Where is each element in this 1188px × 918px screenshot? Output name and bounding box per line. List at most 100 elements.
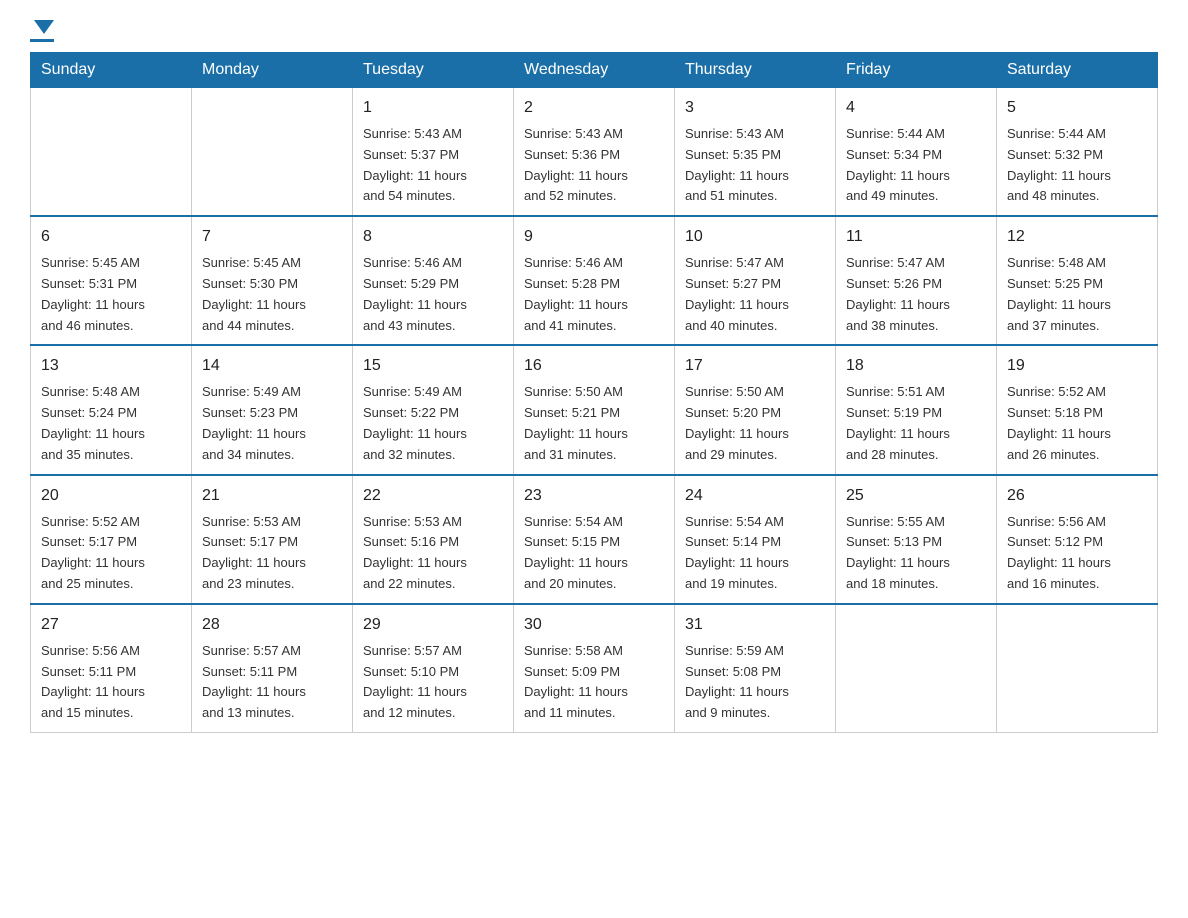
day-info: Sunrise: 5:51 AMSunset: 5:19 PMDaylight:…: [846, 382, 986, 465]
day-info: Sunrise: 5:57 AMSunset: 5:10 PMDaylight:…: [363, 641, 503, 724]
weekday-header-wednesday: Wednesday: [514, 53, 675, 88]
day-info: Sunrise: 5:58 AMSunset: 5:09 PMDaylight:…: [524, 641, 664, 724]
weekday-header-row: SundayMondayTuesdayWednesdayThursdayFrid…: [31, 53, 1158, 88]
calendar-cell: 15 Sunrise: 5:49 AMSunset: 5:22 PMDayligh…: [353, 345, 514, 474]
day-info: Sunrise: 5:53 AMSunset: 5:16 PMDaylight:…: [363, 512, 503, 595]
day-info: Sunrise: 5:43 AMSunset: 5:37 PMDaylight:…: [363, 124, 503, 207]
day-number: 10: [685, 225, 825, 249]
day-info: Sunrise: 5:50 AMSunset: 5:20 PMDaylight:…: [685, 382, 825, 465]
day-number: 4: [846, 96, 986, 120]
calendar-cell: 23 Sunrise: 5:54 AMSunset: 5:15 PMDayligh…: [514, 475, 675, 604]
day-info: Sunrise: 5:47 AMSunset: 5:27 PMDaylight:…: [685, 253, 825, 336]
logo: [30, 20, 54, 42]
day-number: 1: [363, 96, 503, 120]
day-number: 26: [1007, 484, 1147, 508]
calendar-cell: 3 Sunrise: 5:43 AMSunset: 5:35 PMDaylight…: [675, 88, 836, 217]
calendar-cell: 13Sunrise: 5:48 AMSunset: 5:24 PMDayligh…: [31, 345, 192, 474]
day-info: Sunrise: 5:45 AMSunset: 5:31 PMDaylight:…: [41, 253, 181, 336]
day-info: Sunrise: 5:45 AMSunset: 5:30 PMDaylight:…: [202, 253, 342, 336]
day-number: 7: [202, 225, 342, 249]
day-info: Sunrise: 5:54 AMSunset: 5:15 PMDaylight:…: [524, 512, 664, 595]
calendar-cell: 16 Sunrise: 5:50 AMSunset: 5:21 PMDayligh…: [514, 345, 675, 474]
calendar-cell: [192, 88, 353, 217]
day-number: 27: [41, 613, 181, 637]
weekday-header-friday: Friday: [836, 53, 997, 88]
day-number: 25: [846, 484, 986, 508]
weekday-header-sunday: Sunday: [31, 53, 192, 88]
day-number: 13: [41, 354, 181, 378]
day-number: 30: [524, 613, 664, 637]
day-number: 22: [363, 484, 503, 508]
day-number: 11: [846, 225, 986, 249]
day-info: Sunrise: 5:50 AMSunset: 5:21 PMDaylight:…: [524, 382, 664, 465]
day-number: 24: [685, 484, 825, 508]
day-info: Sunrise: 5:46 AMSunset: 5:29 PMDaylight:…: [363, 253, 503, 336]
day-info: Sunrise: 5:57 AMSunset: 5:11 PMDaylight:…: [202, 641, 342, 724]
calendar-cell: 19Sunrise: 5:52 AMSunset: 5:18 PMDayligh…: [997, 345, 1158, 474]
calendar-week-row: 6 Sunrise: 5:45 AMSunset: 5:31 PMDaylight…: [31, 216, 1158, 345]
calendar-cell: 10 Sunrise: 5:47 AMSunset: 5:27 PMDayligh…: [675, 216, 836, 345]
day-number: 8: [363, 225, 503, 249]
calendar-week-row: 1 Sunrise: 5:43 AMSunset: 5:37 PMDaylight…: [31, 88, 1158, 217]
day-info: Sunrise: 5:56 AMSunset: 5:12 PMDaylight:…: [1007, 512, 1147, 595]
calendar-cell: 5 Sunrise: 5:44 AMSunset: 5:32 PMDaylight…: [997, 88, 1158, 217]
page-header: [30, 20, 1158, 42]
day-info: Sunrise: 5:52 AMSunset: 5:18 PMDaylight:…: [1007, 382, 1147, 465]
day-number: 17: [685, 354, 825, 378]
calendar-cell: 4 Sunrise: 5:44 AMSunset: 5:34 PMDaylight…: [836, 88, 997, 217]
day-info: Sunrise: 5:44 AMSunset: 5:32 PMDaylight:…: [1007, 124, 1147, 207]
calendar-cell: 26 Sunrise: 5:56 AMSunset: 5:12 PMDayligh…: [997, 475, 1158, 604]
logo-triangle-icon: [34, 20, 54, 34]
day-number: 20: [41, 484, 181, 508]
day-number: 15: [363, 354, 503, 378]
calendar-cell: 28 Sunrise: 5:57 AMSunset: 5:11 PMDayligh…: [192, 604, 353, 733]
day-info: Sunrise: 5:55 AMSunset: 5:13 PMDaylight:…: [846, 512, 986, 595]
calendar-cell: 20 Sunrise: 5:52 AMSunset: 5:17 PMDayligh…: [31, 475, 192, 604]
day-number: 3: [685, 96, 825, 120]
day-info: Sunrise: 5:49 AMSunset: 5:23 PMDaylight:…: [202, 382, 342, 465]
calendar-cell: [997, 604, 1158, 733]
weekday-header-saturday: Saturday: [997, 53, 1158, 88]
logo-underline: [30, 39, 54, 42]
day-info: Sunrise: 5:52 AMSunset: 5:17 PMDaylight:…: [41, 512, 181, 595]
calendar-cell: 30 Sunrise: 5:58 AMSunset: 5:09 PMDayligh…: [514, 604, 675, 733]
calendar-cell: 8 Sunrise: 5:46 AMSunset: 5:29 PMDaylight…: [353, 216, 514, 345]
calendar-week-row: 13Sunrise: 5:48 AMSunset: 5:24 PMDayligh…: [31, 345, 1158, 474]
calendar-cell: 21Sunrise: 5:53 AMSunset: 5:17 PMDayligh…: [192, 475, 353, 604]
calendar-cell: 31Sunrise: 5:59 AMSunset: 5:08 PMDayligh…: [675, 604, 836, 733]
day-info: Sunrise: 5:59 AMSunset: 5:08 PMDaylight:…: [685, 641, 825, 724]
day-info: Sunrise: 5:54 AMSunset: 5:14 PMDaylight:…: [685, 512, 825, 595]
calendar-cell: 9 Sunrise: 5:46 AMSunset: 5:28 PMDaylight…: [514, 216, 675, 345]
day-number: 29: [363, 613, 503, 637]
calendar-cell: 29 Sunrise: 5:57 AMSunset: 5:10 PMDayligh…: [353, 604, 514, 733]
day-info: Sunrise: 5:44 AMSunset: 5:34 PMDaylight:…: [846, 124, 986, 207]
calendar-cell: 12 Sunrise: 5:48 AMSunset: 5:25 PMDayligh…: [997, 216, 1158, 345]
day-info: Sunrise: 5:43 AMSunset: 5:35 PMDaylight:…: [685, 124, 825, 207]
calendar-cell: 6 Sunrise: 5:45 AMSunset: 5:31 PMDaylight…: [31, 216, 192, 345]
day-number: 12: [1007, 225, 1147, 249]
calendar-cell: 18Sunrise: 5:51 AMSunset: 5:19 PMDayligh…: [836, 345, 997, 474]
weekday-header-thursday: Thursday: [675, 53, 836, 88]
day-number: 9: [524, 225, 664, 249]
day-number: 28: [202, 613, 342, 637]
calendar-cell: [31, 88, 192, 217]
calendar-cell: 7 Sunrise: 5:45 AMSunset: 5:30 PMDaylight…: [192, 216, 353, 345]
calendar-cell: 27Sunrise: 5:56 AMSunset: 5:11 PMDayligh…: [31, 604, 192, 733]
day-number: 21: [202, 484, 342, 508]
day-number: 23: [524, 484, 664, 508]
calendar-table: SundayMondayTuesdayWednesdayThursdayFrid…: [30, 52, 1158, 733]
calendar-cell: 25 Sunrise: 5:55 AMSunset: 5:13 PMDayligh…: [836, 475, 997, 604]
day-number: 14: [202, 354, 342, 378]
calendar-week-row: 20 Sunrise: 5:52 AMSunset: 5:17 PMDayligh…: [31, 475, 1158, 604]
calendar-cell: [836, 604, 997, 733]
day-info: Sunrise: 5:49 AMSunset: 5:22 PMDaylight:…: [363, 382, 503, 465]
day-info: Sunrise: 5:46 AMSunset: 5:28 PMDaylight:…: [524, 253, 664, 336]
weekday-header-monday: Monday: [192, 53, 353, 88]
day-info: Sunrise: 5:48 AMSunset: 5:25 PMDaylight:…: [1007, 253, 1147, 336]
day-number: 6: [41, 225, 181, 249]
day-number: 5: [1007, 96, 1147, 120]
day-info: Sunrise: 5:47 AMSunset: 5:26 PMDaylight:…: [846, 253, 986, 336]
day-number: 16: [524, 354, 664, 378]
day-number: 2: [524, 96, 664, 120]
calendar-cell: 1 Sunrise: 5:43 AMSunset: 5:37 PMDaylight…: [353, 88, 514, 217]
